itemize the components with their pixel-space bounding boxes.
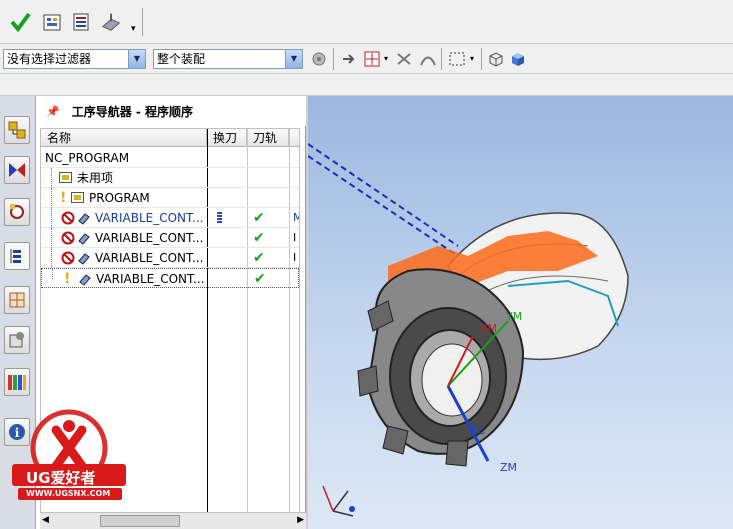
navigator-title: 工序导航器 - 程序顺序 [71,104,194,119]
row-name: PROGRAM [89,191,150,205]
chevron-down-icon[interactable]: ▼ [128,50,145,68]
row-name: 未用项 [77,171,114,185]
operation-tool-icon [78,233,90,245]
column-header-tool-change[interactable]: 换刀 [207,129,247,147]
table-row[interactable]: VARIABLE_CONT... ✔ I [41,228,299,248]
watermark-brand: UG爱好者 [26,469,96,487]
folder-icon [71,192,84,203]
constraint-navigator-icon[interactable] [4,156,30,184]
operation-tool-icon [79,274,91,286]
point-snap-icon[interactable] [363,50,383,71]
operation-navigator-icon[interactable] [4,242,30,270]
truncated-value: I [293,231,297,244]
intersection-snap-icon[interactable] [394,50,414,71]
table-row[interactable]: 未用项 [41,168,299,188]
assembly-navigator-icon[interactable] [4,116,30,144]
row-name: VARIABLE_CONT... [96,272,205,286]
tree-line [51,208,52,228]
warning-icon: ! [60,190,67,206]
select-dropdown-icon[interactable]: ▾ [470,54,474,63]
ug-watermark-logo: UG爱好者 WWW.UGSNX.COM [4,408,134,508]
truncated-value: I [293,251,297,264]
pin-icon[interactable]: 📌 [46,105,60,118]
row-name: NC_PROGRAM [45,151,130,165]
chevron-down-icon[interactable]: ▼ [285,50,302,68]
scroll-right-icon[interactable]: ▶ [297,515,304,525]
machine-icon[interactable] [100,10,124,34]
operation-tool-icon [78,253,90,265]
program-icon[interactable] [70,10,94,34]
column-header-extra[interactable] [289,129,299,147]
reuse-library-icon[interactable] [4,326,30,354]
part-navigator-icon[interactable] [4,198,30,226]
tree-line [52,269,53,279]
toolpath-ok-icon: ✔ [253,250,265,266]
warning-icon: ! [64,271,71,287]
assembly-scope-value: 整个装配 [157,52,206,66]
select-arrow-icon[interactable] [340,51,358,70]
operation-tool-icon [78,213,90,225]
column-header-toolpath[interactable]: 刀轨 [247,129,289,147]
table-row[interactable]: NC_PROGRAM [41,148,299,168]
row-name: VARIABLE_CONT... [95,231,204,245]
toolpath-ok-icon: ✔ [254,271,266,287]
no-entry-icon [61,231,75,245]
toolbar-separator [481,48,482,70]
toolpath-ok-icon: ✔ [253,210,265,226]
tree-line [51,248,52,268]
column-header-name[interactable]: 名称 [41,129,207,147]
scrollbar-thumb[interactable] [100,515,180,527]
table-row[interactable]: ! VARIABLE_CONT... ✔ [41,268,299,288]
no-entry-icon [61,251,75,265]
rectangle-select-icon[interactable] [448,50,466,71]
table-row[interactable]: VARIABLE_CONT... ✔ I [41,248,299,268]
folder-icon [59,172,72,183]
horizontal-scrollbar[interactable]: ◀ ▶ [40,512,306,529]
watermark-url: WWW.UGSNX.COM [26,489,111,498]
axis-label-ym: YM [506,310,523,323]
assembly-scope-combo[interactable]: 整个装配 ▼ [153,49,303,69]
selection-filter-value: 没有选择过滤器 [7,52,92,66]
wireframe-view-icon[interactable] [487,50,505,71]
toolbar-separator [441,48,442,70]
toolpath-ok-icon: ✔ [253,230,265,246]
scroll-left-icon[interactable]: ◀ [42,515,49,525]
navigator-title-bar: 📌 工序导航器 - 程序顺序 [36,96,306,126]
history-icon[interactable] [4,368,30,396]
snap-settings-icon[interactable] [311,51,329,67]
table-row[interactable]: ! PROGRAM [41,188,299,208]
toolbar-separator [333,48,334,70]
selection-toolbar: 没有选择过滤器 ▼ 整个装配 ▼ ▾ ▾ [0,44,733,74]
empty-toolbar-row [0,74,733,96]
axis-label-zc: ZC [470,424,486,437]
tree-line [51,188,52,208]
tool-change-icon [217,212,222,224]
machine-tool-navigator-icon[interactable] [4,286,30,314]
axis-label-zm: ZM [500,461,518,474]
shaded-view-icon[interactable] [509,50,527,71]
row-name: VARIABLE_CONT... [95,211,204,225]
row-name: VARIABLE_CONT... [95,251,204,265]
check-icon[interactable] [8,10,32,34]
curve-snap-icon[interactable] [418,50,438,71]
operation-icon[interactable] [40,10,64,34]
snap-dropdown-icon[interactable]: ▾ [384,54,388,63]
axis-label-xm: XM [480,322,498,335]
tree-line [51,228,52,248]
selection-filter-combo[interactable]: 没有选择过滤器 ▼ [3,49,146,69]
truncated-value: M [293,211,299,224]
toolbar-dropdown-icon[interactable]: ▾ [131,24,136,34]
table-row[interactable]: VARIABLE_CONT... ✔ M [41,208,299,228]
main-toolbar: ▾ [0,0,733,44]
toolbar-separator [142,8,143,36]
graphics-viewport[interactable]: XM YM ZM ZC [308,96,733,529]
grid-header: 名称 换刀 刀轨 [41,129,299,147]
tree-line [51,168,52,188]
no-entry-icon [61,211,75,225]
